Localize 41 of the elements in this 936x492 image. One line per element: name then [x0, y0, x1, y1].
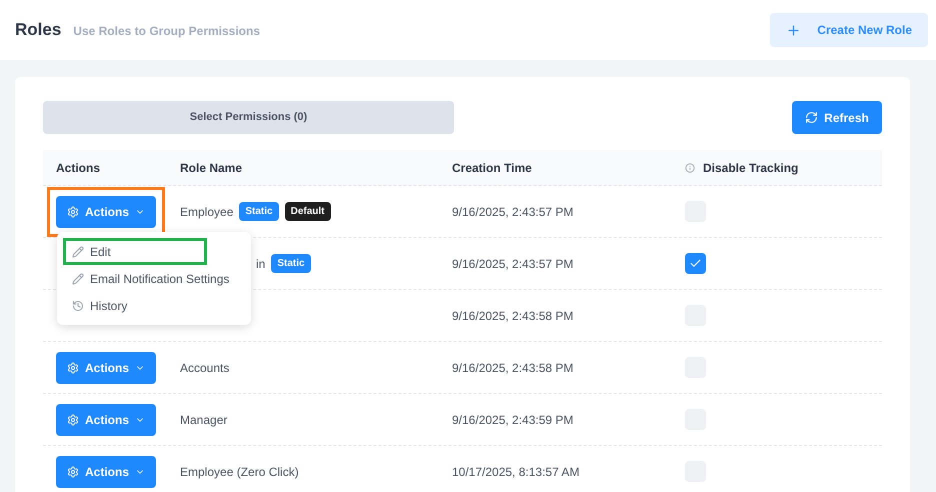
pencil-icon — [72, 246, 84, 258]
tracking-checkbox[interactable] — [685, 253, 706, 274]
actions-button[interactable]: Actions — [56, 456, 156, 488]
plus-icon — [786, 22, 802, 38]
column-header: Creation Time — [452, 160, 533, 176]
gear-icon — [66, 206, 79, 218]
role-name: Manager — [180, 412, 228, 428]
menu-item[interactable]: Email Notification Settings — [63, 265, 245, 292]
role-name: Accounts — [180, 360, 230, 376]
history-icon — [72, 300, 84, 312]
column-header: Actions — [55, 160, 102, 176]
actions-button[interactable]: Actions — [56, 404, 156, 436]
role-name: Employee — [180, 204, 234, 220]
gear-icon — [66, 466, 79, 478]
column-header: Role Name — [180, 160, 244, 176]
refresh-icon — [805, 111, 818, 124]
page-subtitle: Use Roles to Group Permissions — [73, 23, 260, 40]
role-name: in — [256, 256, 266, 272]
role-name: Employee (Zero Click) — [180, 464, 299, 480]
creation-time: 9/16/2025, 2:43:57 PM — [452, 256, 574, 272]
actions-button[interactable]: Actions — [56, 196, 156, 228]
info-icon — [685, 162, 695, 172]
creation-time: 9/16/2025, 2:43:59 PM — [452, 412, 574, 428]
gear-icon — [66, 414, 79, 426]
create-role-button[interactable]: Create New Role — [770, 13, 928, 47]
tag: Static — [239, 202, 279, 221]
tag: Static — [271, 254, 311, 273]
refresh-button[interactable]: Refresh — [792, 101, 882, 134]
gear-icon — [66, 362, 79, 374]
creation-time: 9/16/2025, 2:43:58 PM — [452, 360, 574, 376]
select-permissions-button[interactable]: Select Permissions (0) — [43, 101, 454, 134]
menu-item[interactable]: History — [63, 292, 245, 319]
column-header: Disable Tracking — [703, 160, 798, 176]
creation-time: 9/16/2025, 2:43:58 PM — [452, 308, 574, 324]
actions-button[interactable]: Actions — [56, 352, 156, 384]
creation-time: 10/17/2025, 8:13:57 AM — [452, 464, 580, 480]
page-title: Roles — [15, 19, 62, 42]
menu-item[interactable]: Edit — [63, 238, 207, 265]
tag: Default — [284, 202, 331, 221]
creation-time: 9/16/2025, 2:43:57 PM — [452, 204, 574, 220]
pencil-icon — [72, 272, 84, 284]
